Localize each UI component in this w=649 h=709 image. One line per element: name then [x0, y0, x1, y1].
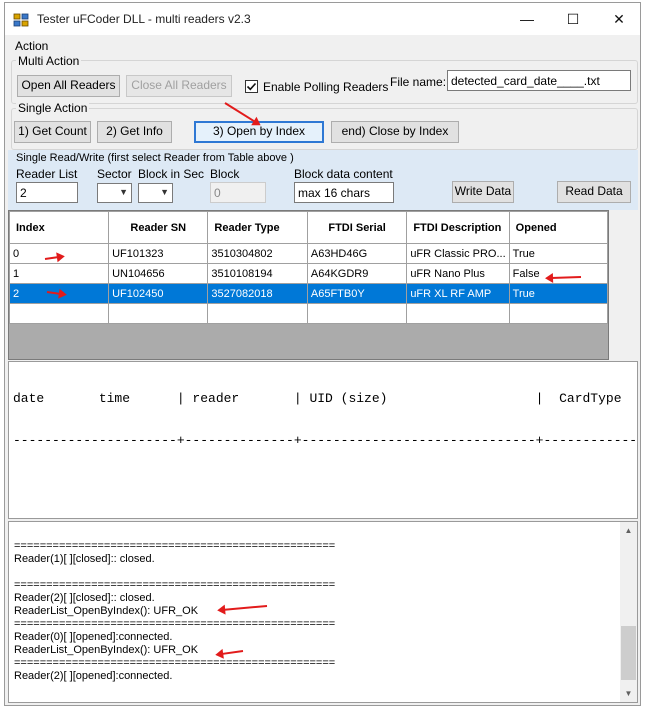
table-header-row: Index Reader SN Reader Type FTDI Serial …: [8, 211, 609, 244]
card-detection-log[interactable]: date time | reader | UID (size) | CardTy…: [8, 361, 638, 519]
block-input[interactable]: 0: [210, 182, 266, 203]
minimize-icon: —: [520, 11, 534, 27]
column-header[interactable]: Index: [8, 211, 110, 244]
table-cell[interactable]: uFR Nano Plus: [406, 263, 510, 284]
block-in-sec-select[interactable]: ▼: [138, 183, 173, 203]
sector-select[interactable]: ▼: [97, 183, 132, 203]
write-data-button[interactable]: Write Data: [452, 181, 514, 203]
log-line: Reader(0)[ ][opened]:connected.: [14, 631, 173, 643]
table-cell[interactable]: [306, 303, 408, 324]
scroll-up-icon[interactable]: ▲: [620, 522, 637, 539]
block-data-input[interactable]: max 16 chars: [294, 182, 394, 203]
card-log-header: date time | reader | UID (size) | CardTy…: [13, 391, 622, 406]
minimize-button[interactable]: —: [504, 3, 550, 35]
table-cell[interactable]: [207, 303, 308, 324]
action-section-title: Action: [15, 39, 49, 53]
table-cell[interactable]: [406, 303, 510, 324]
table-cell[interactable]: 3510304802: [207, 243, 308, 264]
get-info-button[interactable]: 2) Get Info: [97, 121, 172, 143]
app-icon: [13, 12, 29, 28]
table-cell[interactable]: A63HD46G: [306, 243, 408, 264]
table-cell[interactable]: [508, 303, 609, 324]
block-data-label: Block data content: [294, 167, 393, 181]
close-by-index-button[interactable]: end) Close by Index: [331, 121, 459, 143]
log-line: ReaderList_OpenByIndex(): UFR_OK: [14, 605, 199, 617]
block-in-sec-label: Block in Sec: [138, 167, 205, 181]
close-all-readers-button[interactable]: Close All Readers: [126, 75, 232, 97]
close-icon: ✕: [613, 11, 625, 27]
maximize-button[interactable]: ☐: [550, 3, 596, 35]
app-window: Tester uFCoder DLL - multi readers v2.3 …: [4, 2, 641, 706]
card-log-separator: ---------------------+--------------+---…: [13, 433, 638, 448]
table-cell[interactable]: 3527082018: [207, 283, 308, 304]
reader-list-label: Reader List: [16, 167, 78, 181]
read-data-button[interactable]: Read Data: [557, 181, 631, 203]
chevron-down-icon: ▼: [160, 187, 169, 197]
log-scrollbar[interactable]: ▲ ▼: [620, 522, 637, 702]
table-cell[interactable]: A65FTB0Y: [306, 283, 408, 304]
read-write-header: Single Read/Write (first select Reader f…: [16, 152, 294, 164]
block-label: Block: [210, 167, 240, 181]
reader-data-grid[interactable]: Index Reader SN Reader Type FTDI Serial …: [8, 211, 609, 324]
column-header[interactable]: Reader Type: [207, 211, 308, 244]
table-cell[interactable]: UF101323: [108, 243, 209, 264]
column-header[interactable]: Reader SN: [108, 211, 209, 244]
table-row-selected[interactable]: 2 UF102450 3527082018 A65FTB0Y uFR XL RF…: [8, 283, 609, 304]
enable-polling-label: Enable Polling Readers: [263, 80, 389, 94]
reader-table[interactable]: Index Reader SN Reader Type FTDI Serial …: [8, 210, 609, 360]
table-row-empty[interactable]: [8, 303, 609, 324]
table-cell[interactable]: 3510108194: [207, 263, 308, 284]
chevron-down-icon: ▼: [119, 187, 128, 197]
table-cell[interactable]: [8, 303, 110, 324]
status-log[interactable]: ========================================…: [8, 521, 638, 703]
log-line: Reader(1)[ ][closed]:: closed.: [14, 553, 155, 565]
table-cell[interactable]: 1: [8, 263, 110, 284]
reader-list-input[interactable]: 2: [16, 182, 78, 203]
window-title: Tester uFCoder DLL - multi readers v2.3: [37, 12, 251, 26]
log-line: ========================================…: [14, 657, 336, 669]
table-cell[interactable]: [108, 303, 209, 324]
scroll-down-icon[interactable]: ▼: [620, 685, 637, 702]
close-window-button[interactable]: ✕: [596, 3, 642, 35]
log-line: Reader(2)[ ][closed]:: closed.: [14, 592, 155, 604]
table-cell[interactable]: False: [508, 263, 609, 284]
column-header[interactable]: Opened: [508, 211, 609, 244]
file-name-input[interactable]: detected_card_date____.txt: [447, 70, 631, 91]
checkmark-icon: [246, 82, 257, 91]
log-line: Reader(2)[ ][opened]:connected.: [14, 670, 173, 682]
column-header[interactable]: FTDI Serial: [306, 211, 408, 244]
multi-action-title: Multi Action: [16, 54, 82, 68]
maximize-icon: ☐: [566, 11, 580, 27]
file-name-label: File name:: [390, 75, 447, 89]
title-bar[interactable]: Tester uFCoder DLL - multi readers v2.3 …: [5, 3, 640, 35]
sector-label: Sector: [97, 167, 132, 181]
single-action-title: Single Action: [16, 101, 90, 115]
table-cell[interactable]: UN104656: [108, 263, 209, 284]
table-row[interactable]: 0 UF101323 3510304802 A63HD46G uFR Class…: [8, 243, 609, 264]
open-all-readers-button[interactable]: Open All Readers: [17, 75, 120, 97]
table-cell[interactable]: True: [508, 243, 609, 264]
table-cell[interactable]: uFR Classic PRO...: [406, 243, 510, 264]
scrollbar-thumb[interactable]: [621, 626, 636, 680]
column-header[interactable]: FTDI Description: [406, 211, 510, 244]
log-line: ========================================…: [14, 540, 336, 552]
table-cell[interactable]: UF102450: [108, 283, 209, 304]
table-cell[interactable]: True: [508, 283, 609, 304]
table-cell[interactable]: A64KGDR9: [306, 263, 408, 284]
log-line: ========================================…: [14, 618, 336, 630]
enable-polling-checkbox[interactable]: [245, 80, 258, 93]
log-line: ========================================…: [14, 579, 336, 591]
log-line: ReaderList_OpenByIndex(): UFR_OK: [14, 644, 199, 656]
table-cell[interactable]: uFR XL RF AMP: [406, 283, 510, 304]
table-row[interactable]: 1 UN104656 3510108194 A64KGDR9 uFR Nano …: [8, 263, 609, 284]
get-count-button[interactable]: 1) Get Count: [14, 121, 91, 143]
